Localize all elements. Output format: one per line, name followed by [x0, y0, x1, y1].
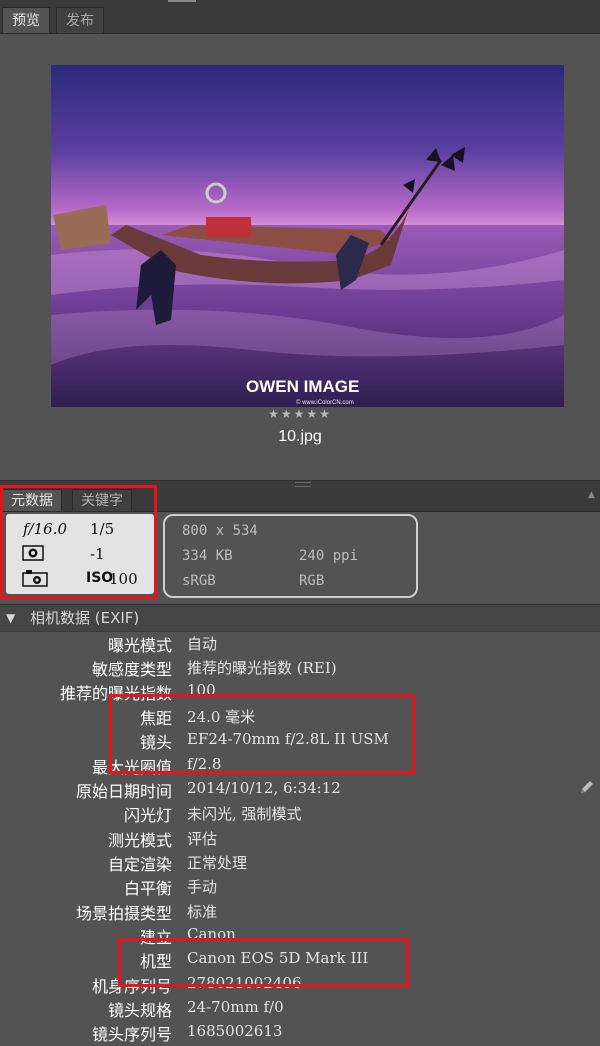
image-filename: 10.jpg [278, 428, 322, 445]
exif-label: 镜头规格 [107, 1001, 172, 1020]
exif-value: 未闪光, 强制模式 [187, 805, 302, 823]
exif-label: 白平衡 [123, 879, 172, 898]
highlight-box-lens [109, 694, 415, 774]
exif-row: 镜头序列号 1685002613 [0, 1021, 600, 1045]
highlight-box-camera-model [118, 938, 409, 987]
scroll-up-icon[interactable]: ▲ [588, 490, 598, 506]
exif-row: 自定渲染 正常处理 [0, 851, 600, 875]
exif-label: 敏感度类型 [91, 660, 172, 679]
exif-row: 闪光灯 未闪光, 强制模式 [0, 802, 600, 826]
exif-value: 标准 [187, 903, 218, 921]
exif-row: 白平衡 手动 [0, 875, 600, 899]
exif-label: 曝光模式 [107, 636, 172, 655]
exif-label: 闪光灯 [123, 806, 172, 825]
highlight-box-exposure [0, 485, 157, 599]
exif-value: 正常处理 [187, 854, 248, 872]
watermark-url: © www.iColorCN.com [296, 399, 354, 406]
exif-value: 手动 [187, 878, 218, 896]
preview-image[interactable]: OWEN IMAGE © www.iColorCN.com [51, 65, 564, 407]
exif-value: 推荐的曝光指数 (REI) [187, 659, 337, 677]
exif-value: 自动 [187, 635, 218, 653]
exif-row: 原始日期时间 2014/10/12, 6:34:12 [0, 778, 600, 802]
exif-value: 24-70mm f/0 [187, 998, 284, 1016]
exif-value: 1685002613 [187, 1022, 283, 1040]
exif-row: 场景拍摄类型 标准 [0, 900, 600, 924]
exif-label: 场景拍摄类型 [75, 904, 172, 923]
rating-stars[interactable]: ★★★★★ [0, 407, 600, 421]
watermark-title: OWEN IMAGE [246, 377, 359, 396]
exif-value: 2014/10/12, 6:34:12 [187, 779, 341, 797]
color-mode: RGB [299, 573, 325, 589]
exif-label: 原始日期时间 [75, 782, 172, 801]
exif-section-title: 相机数据 (EXIF) [30, 609, 140, 627]
exif-label: 自定渲染 [107, 855, 172, 874]
window-edge-marker [168, 0, 196, 2]
exif-section-header[interactable]: ▼ 相机数据 (EXIF) [0, 604, 600, 632]
boat-photo-illustration: OWEN IMAGE © www.iColorCN.com [51, 65, 564, 407]
color-profile: sRGB [182, 573, 216, 589]
top-tab-bar: 预览 发布 [0, 0, 600, 34]
edit-pencil-icon[interactable] [579, 779, 595, 795]
tab-publish[interactable]: 发布 [56, 7, 104, 33]
exif-row: 曝光模式 自动 [0, 632, 600, 656]
resolution: 240 ppi [299, 548, 359, 564]
exif-row: 敏感度类型 推荐的曝光指数 (REI) [0, 656, 600, 680]
collapse-triangle-icon[interactable]: ▼ [6, 605, 15, 631]
tab-preview[interactable]: 预览 [2, 7, 50, 33]
exif-row: 测光模式 评估 [0, 827, 600, 851]
exif-label: 镜头序列号 [91, 1025, 172, 1044]
preview-panel: OWEN IMAGE © www.iColorCN.com ★★★★★ 10.j… [0, 34, 600, 480]
file-size: 334 KB [182, 548, 233, 564]
exif-row: 镜头规格 24-70mm f/0 [0, 997, 600, 1021]
file-info-box: 800 x 534 334 KB 240 ppi sRGB RGB [163, 514, 418, 598]
image-dimensions: 800 x 534 [182, 523, 258, 539]
exif-label: 测光模式 [107, 831, 172, 850]
exif-value: 评估 [187, 830, 218, 848]
